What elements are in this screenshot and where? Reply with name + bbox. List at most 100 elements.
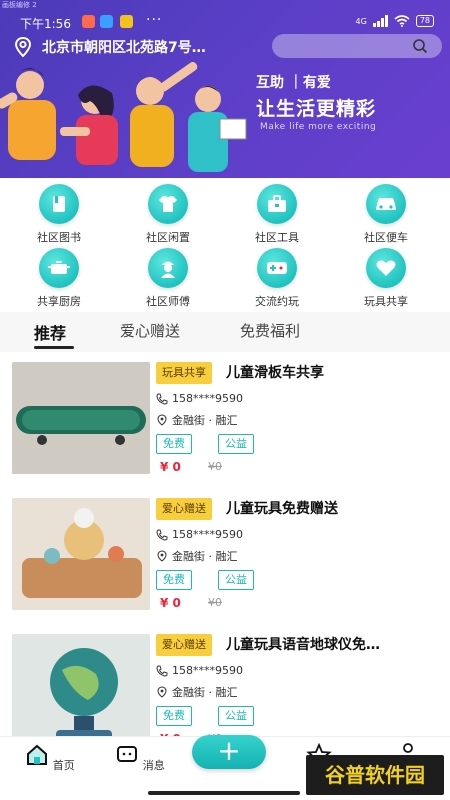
book-icon	[39, 184, 79, 224]
message-icon	[117, 746, 138, 762]
location-pin-icon	[14, 37, 32, 57]
address-text: 金融街 · 融汇	[172, 686, 238, 699]
status-bar: 下午1:56 ··· 4G 78	[0, 12, 450, 34]
item-tag: 爱心赠送	[156, 634, 212, 656]
item-phone: 158****9590	[156, 664, 243, 677]
active-tab-indicator	[34, 346, 74, 349]
site-watermark: 谷普软件园	[306, 755, 444, 795]
pot-icon	[39, 248, 79, 288]
location-pin-icon	[157, 550, 167, 562]
charity-chip: 公益	[218, 706, 254, 726]
category-label: 社区师傅	[146, 295, 190, 308]
category-grid: 社区图书 社区闲置 社区工具 社区便车 共享厨房 社区师傅 交流约玩 玩具共享	[0, 180, 450, 310]
list-item[interactable]: 爱心赠送 儿童玩具语音地球仪免… 158****9590 金融街 · 融汇 免费…	[0, 628, 450, 736]
category-shared-kitchen[interactable]: 共享厨房	[14, 248, 104, 309]
shirt-icon	[148, 184, 188, 224]
category-label: 社区便车	[364, 231, 408, 244]
slogan-line2: 让生活更精彩	[256, 98, 377, 120]
header-banner: 画板编修 2 下午1:56 ··· 4G 78 北京市朝阳区北苑路7号… 互助 …	[0, 0, 450, 178]
address-text: 金融街 · 融汇	[172, 414, 238, 427]
item-address: 金融街 · 融汇	[156, 412, 238, 428]
add-post-button[interactable]: +	[192, 735, 266, 769]
item-title[interactable]: 儿童玩具语音地球仪免…	[226, 634, 440, 654]
phone-text: 158****9590	[172, 392, 243, 405]
item-address: 金融街 · 融汇	[156, 548, 238, 564]
content-tabs: 推荐 爱心赠送 免费福利	[0, 312, 450, 352]
category-label: 共享厨房	[37, 295, 81, 308]
tab-free-benefit[interactable]: 免费福利	[240, 320, 300, 341]
heart-icon	[366, 248, 406, 288]
phone-text: 158****9590	[172, 664, 243, 677]
nav-messages-label: 消息	[142, 759, 165, 772]
item-image	[12, 362, 150, 474]
category-label: 社区工具	[255, 231, 299, 244]
category-community-idle[interactable]: 社区闲置	[123, 184, 213, 245]
slogan-line3: Make life more exciting	[260, 122, 377, 132]
item-tag: 玩具共享	[156, 362, 212, 384]
tab-recommend[interactable]: 推荐	[34, 320, 66, 344]
location-text[interactable]: 北京市朝阳区北苑路7号…	[42, 37, 206, 57]
free-chip: 免费	[156, 570, 192, 590]
category-community-master[interactable]: 社区师傅	[123, 248, 213, 309]
toolbox-icon	[257, 184, 297, 224]
category-community-books[interactable]: 社区图书	[14, 184, 104, 245]
item-phone: 158****9590	[156, 392, 243, 405]
edit-caption: 画板编修 2	[2, 1, 37, 9]
wifi-icon	[394, 15, 410, 27]
list-item[interactable]: 爱心赠送 儿童玩具免费赠送 158****9590 金融街 · 融汇 免费 公益…	[0, 492, 450, 620]
phone-icon	[156, 393, 168, 405]
category-community-carpool[interactable]: 社区便车	[341, 184, 431, 245]
nav-home[interactable]: 首页	[20, 743, 80, 773]
status-right: 4G 78	[356, 15, 434, 27]
category-label: 社区图书	[37, 231, 81, 244]
category-community-tools[interactable]: 社区工具	[232, 184, 322, 245]
category-meet-play[interactable]: 交流约玩	[232, 248, 322, 309]
search-input[interactable]	[272, 34, 442, 58]
gamepad-icon	[257, 248, 297, 288]
list-item[interactable]: 玩具共享 儿童滑板车共享 158****9590 金融街 · 融汇 免费 公益 …	[0, 356, 450, 484]
tab-love-gift[interactable]: 爱心赠送	[120, 320, 180, 341]
app-notification-icon	[120, 15, 133, 28]
home-indicator	[148, 791, 300, 795]
bottom-nav: 首页 消息 + 谷普软件园	[0, 735, 450, 800]
network-label: 4G	[355, 16, 367, 26]
battery-icon: 78	[415, 15, 434, 27]
category-label: 社区闲置	[146, 231, 190, 244]
free-chip: 免费	[156, 706, 192, 726]
item-price: ¥ 0	[160, 596, 181, 610]
app-notification-icon	[100, 15, 113, 28]
item-image	[12, 634, 150, 736]
more-notifications: ···	[146, 12, 163, 28]
people-illustration	[0, 62, 247, 172]
item-price: ¥ 0	[160, 460, 181, 474]
item-tag: 爱心赠送	[156, 498, 212, 520]
free-chip: 免费	[156, 434, 192, 454]
nav-messages[interactable]: 消息	[110, 743, 170, 773]
item-image	[12, 498, 150, 610]
car-icon	[366, 184, 406, 224]
item-list: 玩具共享 儿童滑板车共享 158****9590 金融街 · 融汇 免费 公益 …	[0, 352, 450, 736]
category-toy-share[interactable]: 玩具共享	[341, 248, 431, 309]
search-icon[interactable]	[412, 38, 428, 54]
worker-icon	[148, 248, 188, 288]
item-address: 金融街 · 融汇	[156, 684, 238, 700]
slogan-line1: 互助 ｜有爱	[256, 75, 331, 91]
location-pin-icon	[157, 686, 167, 698]
home-icon	[27, 744, 48, 765]
item-title[interactable]: 儿童玩具免费赠送	[226, 498, 440, 518]
signal-icon	[372, 15, 388, 27]
phone-icon	[156, 529, 168, 541]
location-pin-icon	[157, 414, 167, 426]
address-text: 金融街 · 融汇	[172, 550, 238, 563]
item-phone: 158****9590	[156, 528, 243, 541]
phone-text: 158****9590	[172, 528, 243, 541]
item-original-price: ¥0	[208, 460, 222, 473]
phone-icon	[156, 665, 168, 677]
status-time: 下午1:56	[20, 17, 71, 31]
category-label: 交流约玩	[255, 295, 299, 308]
charity-chip: 公益	[218, 570, 254, 590]
app-notification-icon	[82, 15, 95, 28]
charity-chip: 公益	[218, 434, 254, 454]
item-title[interactable]: 儿童滑板车共享	[226, 362, 440, 382]
category-label: 玩具共享	[364, 295, 408, 308]
